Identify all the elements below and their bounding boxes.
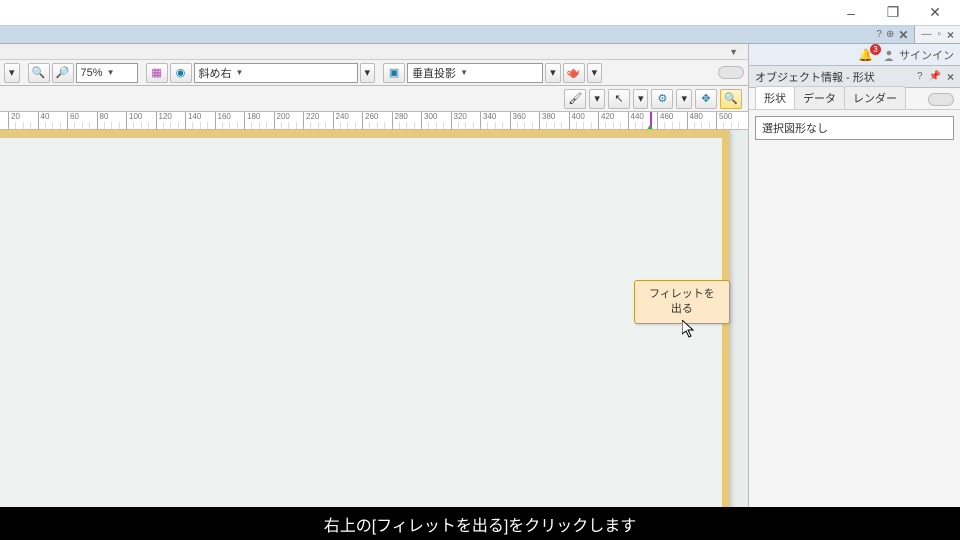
toolbar-overflow-strip: ▼ <box>0 44 748 60</box>
panel-header: オブジェクト情報 - 形状 ? 📌 × <box>749 66 960 88</box>
drawing-canvas[interactable]: フィレットを 出る <box>0 130 748 540</box>
projection-combo[interactable]: 垂直投影 ▼ <box>407 63 543 83</box>
gear-tool-button[interactable]: ⚙ <box>651 89 673 109</box>
teapot-view-button[interactable]: 🫖 <box>563 63 585 83</box>
viewmode-dropdown-button[interactable]: ▾ <box>360 63 376 83</box>
view-name-combo[interactable]: 斜め右 ▼ <box>194 63 358 83</box>
selection-readout: 選択図形なし <box>755 116 954 140</box>
panel-help-icon[interactable]: ? <box>917 71 923 82</box>
brush-dropdown-button[interactable]: ▾ <box>589 89 605 109</box>
object-info-panel: 🔔 3 サインイン オブジェクト情報 - 形状 ? 📌 × 形状 データ レンダ… <box>748 44 960 540</box>
panel-title: オブジェクト情報 - 形状 <box>755 69 911 85</box>
main-workspace: ▼ ▾ 🔍 🔎 75% ▼ ▦ ◉ 斜め右 ▼ ▾ ▣ 垂直投影 ▼ <box>0 44 748 540</box>
close-button[interactable]: ✕ <box>914 1 956 25</box>
chevron-down-icon: ▼ <box>107 68 115 77</box>
zoom-fit-button[interactable]: 🔍 <box>28 63 50 83</box>
account-strip: 🔔 3 サインイン <box>749 44 960 66</box>
right-restore-icon[interactable]: ▫ <box>937 29 941 40</box>
panel-close-icon[interactable]: × <box>947 70 954 84</box>
render-style-button[interactable]: ▣ <box>383 63 405 83</box>
tab-data[interactable]: データ <box>794 86 845 109</box>
view-toolbar: ▾ 🔍 🔎 75% ▼ ▦ ◉ 斜め右 ▼ ▾ ▣ 垂直投影 ▼ ▾ 🫖 <box>0 60 748 86</box>
zoom-area-button[interactable]: 🔎 <box>52 63 74 83</box>
cursor-icon <box>682 320 696 338</box>
right-close-icon[interactable]: × <box>947 28 954 42</box>
chevron-down-icon: ▼ <box>460 68 468 77</box>
minimize-button[interactable]: – <box>830 1 872 25</box>
notification-badge: 3 <box>870 44 881 55</box>
zoom-combo[interactable]: 75% ▼ <box>76 63 138 83</box>
tooltip-line-1: フィレットを <box>649 287 715 302</box>
notifications-button[interactable]: 🔔 3 <box>858 48 873 62</box>
zoom-value: 75% <box>81 67 103 79</box>
proj-dropdown-button[interactable]: ▾ <box>545 63 561 83</box>
right-dash-icon[interactable]: — <box>921 29 931 40</box>
maximize-button[interactable]: ❐ <box>872 1 914 25</box>
help-icon[interactable]: ? <box>876 29 882 40</box>
horizontal-ruler: // ticks drawn after data loads 20406080… <box>0 112 748 130</box>
view-name-value: 斜め右 <box>199 65 232 81</box>
teapot-dropdown-button[interactable]: ▾ <box>587 63 603 83</box>
window-titlebar: – ❐ ✕ <box>0 0 960 26</box>
select-dropdown-button[interactable]: ▾ <box>633 89 649 109</box>
fillet-tool-button[interactable]: 🔍 <box>720 89 742 109</box>
tutorial-subtitle: 右上の[フィレットを出る]をクリックします <box>0 507 960 540</box>
pin-icon[interactable]: ⊕ <box>886 29 894 40</box>
chevron-down-icon: ▼ <box>236 68 244 77</box>
projection-value: 垂直投影 <box>412 65 456 81</box>
exit-fillet-tooltip[interactable]: フィレットを 出る <box>634 280 730 324</box>
doc-close-icon[interactable]: ✕ <box>898 28 908 42</box>
toolbar-help-pill[interactable] <box>718 66 744 79</box>
panel-tabs: 形状 データ レンダー <box>749 88 960 110</box>
tab-render[interactable]: レンダー <box>844 86 906 109</box>
drawing-sheet <box>0 130 730 540</box>
mode-toolbar: 🖌 ▾ ↖ ▾ ⚙ ▾ ✥ 🔍 <box>0 86 748 112</box>
tab-shape[interactable]: 形状 <box>755 86 795 109</box>
gear-dropdown-button[interactable]: ▾ <box>676 89 692 109</box>
shade-toggle-button[interactable]: ◉ <box>170 63 192 83</box>
select-tool-button[interactable]: ↖ <box>608 89 630 109</box>
signin-button[interactable]: サインイン <box>883 47 954 63</box>
grid-toggle-button[interactable]: ▦ <box>146 63 168 83</box>
overflow-caret-icon[interactable]: ▼ <box>729 47 738 57</box>
brush-tool-button[interactable]: 🖌 <box>564 89 586 109</box>
tooltip-line-2: 出る <box>649 302 715 317</box>
layer-dropdown-button[interactable]: ▾ <box>4 63 20 83</box>
person-icon <box>883 49 895 61</box>
signin-label: サインイン <box>899 47 954 63</box>
panel-pin-icon[interactable]: 📌 <box>929 71 941 82</box>
move-tool-button[interactable]: ✥ <box>695 89 717 109</box>
tabs-help-pill[interactable] <box>928 93 954 106</box>
doc-toolstrip: ? ⊕ ✕ — ▫ × <box>0 26 960 44</box>
